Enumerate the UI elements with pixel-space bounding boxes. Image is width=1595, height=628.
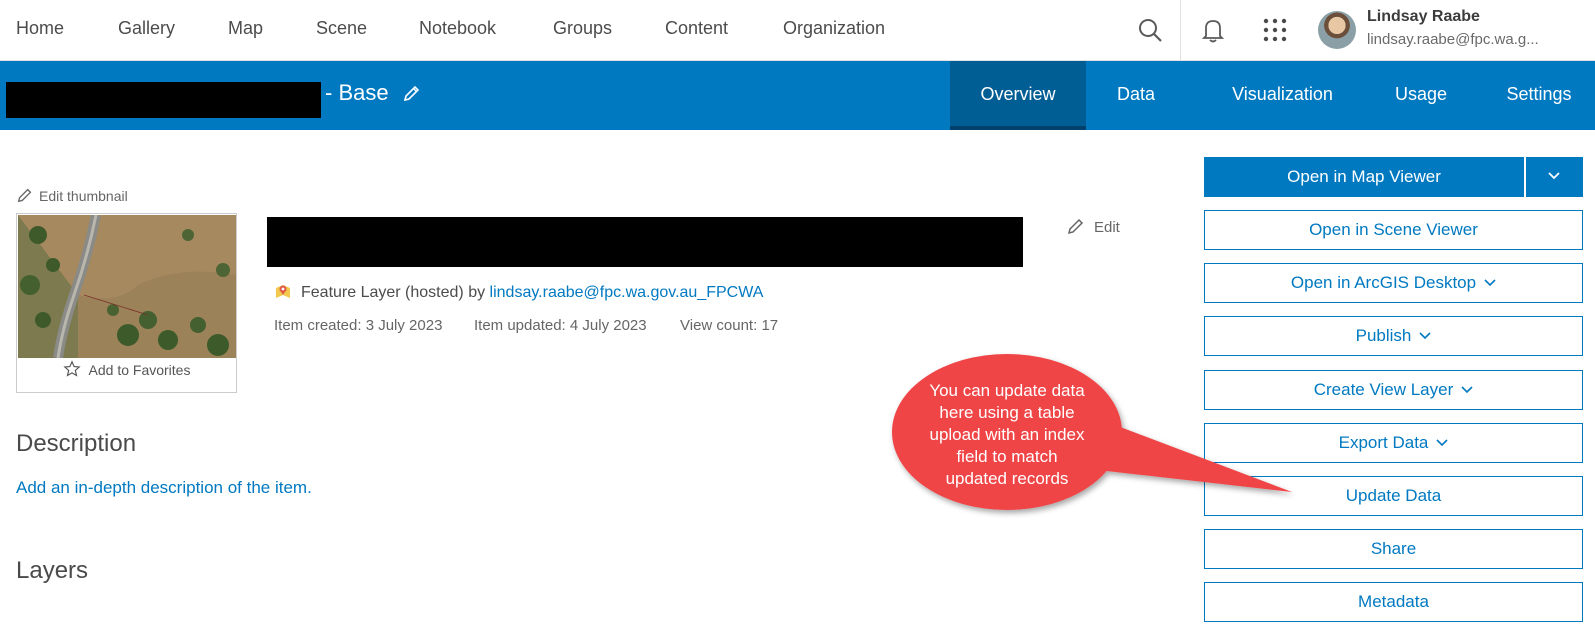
export-data-label: Export Data bbox=[1338, 433, 1429, 452]
edit-thumbnail-label: Edit thumbnail bbox=[39, 188, 128, 204]
item-type-line: Feature Layer (hosted) by lindsay.raabe@… bbox=[274, 282, 763, 302]
feature-layer-icon bbox=[276, 285, 290, 298]
item-type-text: Feature Layer (hosted) by bbox=[301, 284, 490, 301]
chevron-down-icon bbox=[1436, 439, 1448, 447]
metadata-button[interactable]: Metadata bbox=[1204, 582, 1583, 622]
search-icon[interactable] bbox=[1134, 14, 1166, 46]
publish-label: Publish bbox=[1355, 326, 1412, 345]
edit-thumbnail-link[interactable]: Edit thumbnail bbox=[16, 186, 128, 204]
chevron-down-icon bbox=[1419, 332, 1431, 340]
tab-overview[interactable]: Overview bbox=[950, 61, 1086, 130]
callout-text: You can update data here using a table u… bbox=[907, 380, 1107, 490]
tab-visualization[interactable]: Visualization bbox=[1200, 61, 1365, 130]
edit-label: Edit bbox=[1094, 219, 1120, 236]
callout-line: upload with an index bbox=[929, 425, 1085, 444]
create-view-layer-button[interactable]: Create View Layer bbox=[1204, 370, 1583, 410]
app-launcher-icon[interactable] bbox=[1259, 14, 1291, 46]
nav-groups[interactable]: Groups bbox=[553, 18, 612, 39]
nav-divider bbox=[1180, 0, 1181, 61]
layers-heading: Layers bbox=[16, 557, 89, 584]
redacted-item-name bbox=[267, 217, 1023, 267]
nav-map[interactable]: Map bbox=[228, 18, 263, 39]
metadata-label: Metadata bbox=[1358, 592, 1429, 611]
tab-settings[interactable]: Settings bbox=[1478, 61, 1595, 130]
share-label: Share bbox=[1370, 539, 1417, 558]
open-in-scene-viewer-label: Open in Scene Viewer bbox=[1309, 220, 1478, 239]
chevron-down-icon bbox=[1548, 172, 1560, 180]
open-in-map-viewer-button[interactable]: Open in Map Viewer bbox=[1204, 157, 1524, 197]
nav-gallery[interactable]: Gallery bbox=[118, 18, 175, 39]
map-viewer-dropdown-button[interactable] bbox=[1526, 157, 1583, 197]
chevron-down-icon bbox=[1484, 279, 1496, 287]
nav-content[interactable]: Content bbox=[665, 18, 728, 39]
item-created: Item created: 3 July 2023 bbox=[274, 317, 443, 334]
item-header: - Base Overview Data Visualization Usage… bbox=[0, 61, 1595, 130]
nav-scene[interactable]: Scene bbox=[316, 18, 367, 39]
user-name[interactable]: Lindsay Raabe bbox=[1367, 8, 1480, 26]
add-to-favorites-button[interactable]: Add to Favorites bbox=[17, 360, 236, 378]
update-data-button[interactable]: Update Data bbox=[1204, 476, 1583, 516]
thumbnail-image[interactable] bbox=[18, 215, 236, 358]
nav-notebook[interactable]: Notebook bbox=[419, 18, 496, 39]
pencil-icon bbox=[17, 188, 32, 203]
nav-organization[interactable]: Organization bbox=[783, 18, 885, 39]
create-view-layer-label: Create View Layer bbox=[1313, 380, 1454, 399]
user-email[interactable]: lindsay.raabe@fpc.wa.g... bbox=[1367, 31, 1567, 48]
avatar[interactable] bbox=[1318, 11, 1356, 49]
callout-line: here using a table bbox=[939, 403, 1075, 422]
thumbnail-card: Add to Favorites bbox=[16, 213, 237, 393]
edit-details-link[interactable]: Edit bbox=[1066, 216, 1120, 236]
redacted-title bbox=[6, 82, 321, 118]
pencil-icon bbox=[1067, 218, 1084, 235]
bell-icon[interactable] bbox=[1197, 14, 1229, 46]
chevron-down-icon bbox=[1461, 386, 1473, 394]
view-count: View count: 17 bbox=[680, 317, 779, 334]
description-heading: Description bbox=[16, 430, 137, 457]
item-title-suffix: - Base bbox=[325, 80, 389, 105]
star-icon bbox=[62, 360, 81, 377]
publish-button[interactable]: Publish bbox=[1204, 316, 1583, 356]
open-in-arcgis-desktop-button[interactable]: Open in ArcGIS Desktop bbox=[1204, 263, 1583, 303]
callout-line: field to match bbox=[956, 447, 1058, 466]
pencil-icon[interactable] bbox=[402, 83, 422, 103]
add-to-favorites-label: Add to Favorites bbox=[88, 362, 191, 378]
share-button[interactable]: Share bbox=[1204, 529, 1583, 569]
add-description-link[interactable]: Add an in-depth description of the item. bbox=[16, 478, 312, 498]
open-in-arcgis-desktop-label: Open in ArcGIS Desktop bbox=[1290, 273, 1477, 292]
tab-data[interactable]: Data bbox=[1090, 61, 1182, 130]
nav-home[interactable]: Home bbox=[16, 18, 64, 39]
owner-link[interactable]: lindsay.raabe@fpc.wa.gov.au_FPCWA bbox=[490, 284, 764, 301]
tab-usage[interactable]: Usage bbox=[1360, 61, 1482, 130]
callout-line: updated records bbox=[945, 469, 1069, 488]
update-data-label: Update Data bbox=[1345, 486, 1442, 505]
item-updated: Item updated: 4 July 2023 bbox=[474, 317, 647, 334]
export-data-button[interactable]: Export Data bbox=[1204, 423, 1583, 463]
top-navigation: Home Gallery Map Scene Notebook Groups C… bbox=[0, 0, 1595, 61]
open-in-scene-viewer-button[interactable]: Open in Scene Viewer bbox=[1204, 210, 1583, 250]
callout-line: You can update data bbox=[929, 381, 1085, 400]
